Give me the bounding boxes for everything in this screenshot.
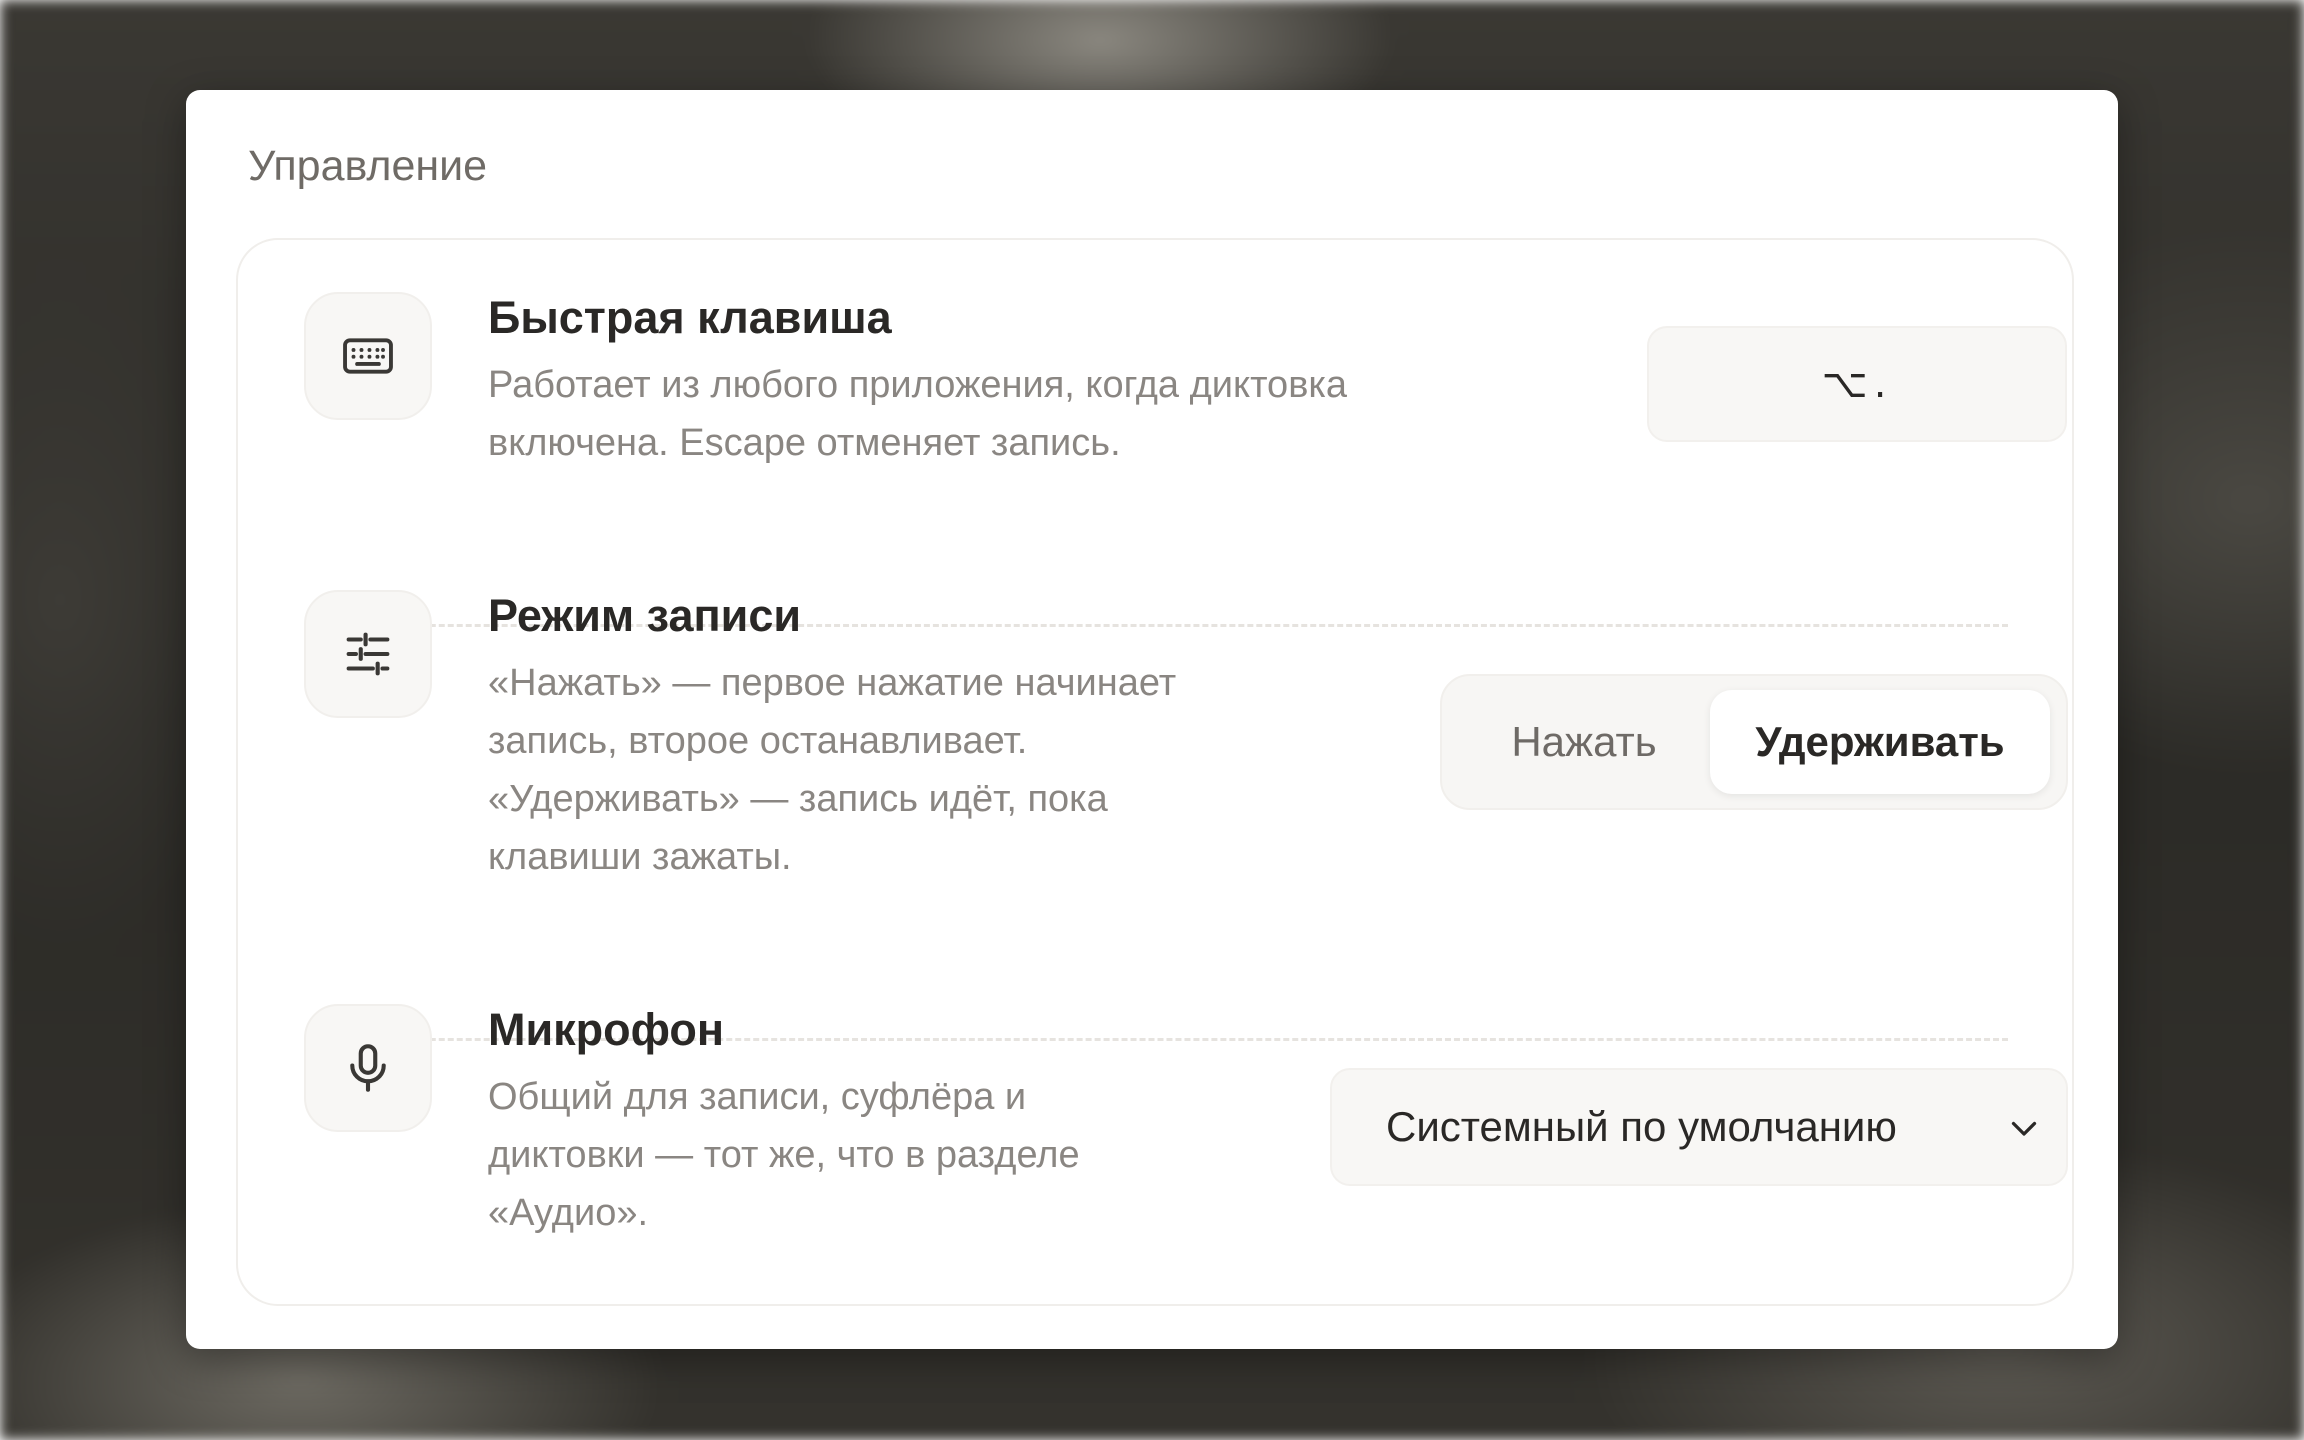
sliders-icon [304,590,432,718]
microphone-icon [304,1004,432,1132]
recording-mode-description-line-1: «Нажать» — первое нажатие начинает [488,662,1177,704]
keyboard-icon [304,292,432,420]
recording-mode-segmented-control: Нажать Удерживать [1440,674,2068,810]
section-title: Управление [248,142,488,190]
recording-mode-description-line-4: клавиши зажаты. [488,836,792,878]
hotkey-description-line-1: Работает из любого приложения, когда дик… [488,364,1347,406]
hotkey-description-line-2: включена. Escape отменяет запись. [488,422,1121,464]
microphone-title: Микрофон [488,1004,725,1055]
hotkey-title: Быстрая клавиша [488,292,892,343]
microphone-description-line-2: диктовки — тот же, что в разделе [488,1134,1080,1176]
recording-mode-description-line-3: «Удерживать» — запись идёт, пока [488,778,1108,820]
hotkey-row: Быстрая клавиша Работает из любого прило… [304,292,2067,492]
settings-panel: Управление Быстрая клавиша Работает из л… [186,90,2118,1349]
microphone-description-line-3: «Аудио». [488,1192,649,1234]
mode-option-press[interactable]: Нажать [1456,690,1712,794]
settings-card: Быстрая клавиша Работает из любого прило… [236,238,2074,1306]
hotkey-shortcut-keys: ⌥. [1821,361,1893,407]
hotkey-shortcut-field[interactable]: ⌥. [1647,326,2067,442]
recording-mode-title: Режим записи [488,590,802,641]
microphone-description-line-1: Общий для записи, суфлёра и [488,1076,1027,1118]
recording-mode-row: Режим записи «Нажать» — первое нажатие н… [304,590,2068,910]
mode-option-hold[interactable]: Удерживать [1710,690,2050,794]
microphone-select[interactable]: Системный по умолчанию [1330,1068,2068,1186]
microphone-select-value: Системный по умолчанию [1386,1103,1897,1150]
chevron-down-icon [2011,1121,2037,1136]
microphone-row: Микрофон Общий для записи, суфлёра и дик… [304,1004,2068,1264]
recording-mode-description-line-2: запись, второе останавливает. [488,720,1028,762]
